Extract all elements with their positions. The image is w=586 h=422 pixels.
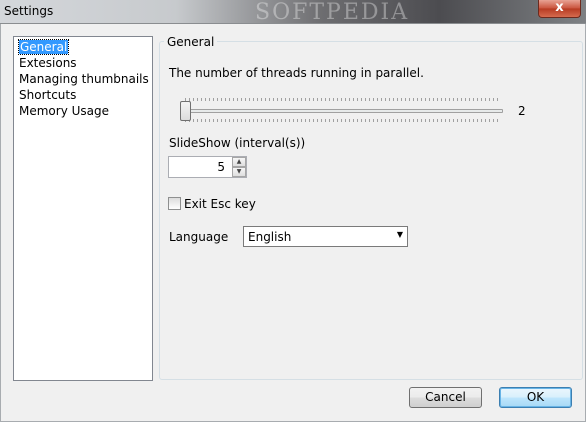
nav-item-shortcuts[interactable]: Shortcuts xyxy=(19,87,152,103)
nav-item-extesions[interactable]: Extesions xyxy=(19,55,152,71)
language-label: Language xyxy=(169,230,229,244)
nav-item-managing-thumbnails[interactable]: Managing thumbnails xyxy=(19,71,152,87)
title-bar: Settings SOFTPEDIA x xyxy=(0,0,586,25)
nav-item-memory-usage[interactable]: Memory Usage xyxy=(19,103,152,119)
watermark-logo: SOFTPEDIA xyxy=(255,0,410,25)
language-select[interactable]: English ▼ xyxy=(243,226,408,247)
spin-up-icon[interactable]: ▲ xyxy=(232,157,246,167)
close-button[interactable]: x xyxy=(538,0,581,18)
slideshow-interval-input[interactable] xyxy=(169,157,231,177)
ok-button[interactable]: OK xyxy=(499,387,572,408)
spin-down-icon[interactable]: ▼ xyxy=(232,167,246,177)
slideshow-label: SlideShow (interval(s)) xyxy=(169,136,306,150)
exit-esc-label[interactable]: Exit Esc key xyxy=(184,197,256,211)
exit-esc-checkbox[interactable] xyxy=(168,197,181,210)
language-value: English xyxy=(248,230,292,244)
nav-item-label: General xyxy=(17,39,70,55)
slideshow-interval-spinner: ▲ ▼ xyxy=(168,156,247,178)
nav-item-label: Memory Usage xyxy=(19,104,110,118)
threads-label: The number of threads running in paralle… xyxy=(169,66,424,80)
settings-nav-list[interactable]: General Extesions Managing thumbnails Sh… xyxy=(13,36,153,381)
nav-item-label: Managing thumbnails xyxy=(19,72,149,86)
nav-item-general[interactable]: General xyxy=(17,39,152,55)
threads-slider-thumb[interactable] xyxy=(180,101,191,121)
window-title: Settings xyxy=(4,4,54,18)
chevron-down-icon: ▼ xyxy=(396,230,403,239)
nav-item-label: Shortcuts xyxy=(19,88,77,102)
group-title: General xyxy=(164,35,218,49)
cancel-button[interactable]: Cancel xyxy=(409,387,482,408)
threads-slider[interactable] xyxy=(183,109,503,113)
nav-item-label: Extesions xyxy=(19,56,77,70)
threads-value: 2 xyxy=(518,104,526,118)
